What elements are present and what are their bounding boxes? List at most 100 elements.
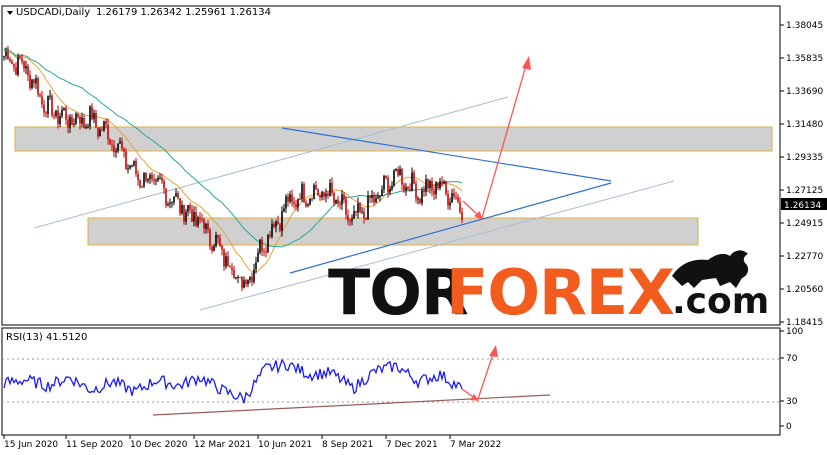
candle-body <box>129 165 131 169</box>
candle-body <box>427 179 429 188</box>
price-tick-label: 1.27125 <box>786 186 823 196</box>
candle-body <box>77 113 79 117</box>
candle-body <box>123 148 125 152</box>
candle-body <box>265 251 267 253</box>
candle-body <box>403 184 405 191</box>
candle-body <box>339 203 341 205</box>
candle-body <box>95 112 97 128</box>
candle-body <box>161 177 163 182</box>
candle-body <box>149 174 151 179</box>
price-tick-label: 1.38045 <box>786 21 823 31</box>
candle-body <box>261 239 263 252</box>
candle-body <box>279 224 281 231</box>
price-tick-label: 1.20560 <box>786 285 823 295</box>
candle-body <box>269 235 271 237</box>
candle-body <box>357 203 359 213</box>
candle-body <box>259 239 261 253</box>
candle-body <box>33 79 35 84</box>
candle-body <box>139 180 141 187</box>
candle-body <box>435 182 437 195</box>
candle-body <box>349 220 351 222</box>
candle-body <box>31 79 33 89</box>
candle-body <box>143 172 145 187</box>
candle-body <box>285 196 287 209</box>
price-tick-label: 1.29335 <box>786 153 823 163</box>
candle-body <box>241 277 243 288</box>
candle-body <box>299 198 301 200</box>
candle-body <box>247 279 249 285</box>
candle-body <box>401 168 403 185</box>
candle-body <box>47 96 49 114</box>
candle-body <box>67 119 69 128</box>
rsi-tick-label: 30 <box>786 397 798 407</box>
candle-body <box>373 195 375 203</box>
candle-body <box>361 211 363 213</box>
candle-body <box>173 196 175 203</box>
candle-body <box>369 195 371 198</box>
candle-body <box>25 66 27 69</box>
candle-body <box>383 175 385 190</box>
candle-body <box>425 179 427 193</box>
candle-body <box>249 276 251 280</box>
candle-body <box>233 270 235 279</box>
candle-body <box>167 204 169 206</box>
candle-body <box>145 172 147 181</box>
candle-body <box>211 246 213 251</box>
symbol-label: USDCADi,Daily <box>16 7 90 18</box>
candle-body <box>335 199 337 204</box>
candle-body <box>165 188 167 206</box>
candle-body <box>423 190 425 193</box>
candle-body <box>277 221 279 225</box>
candle-body <box>201 219 203 221</box>
candle-body <box>411 172 413 191</box>
candle-body <box>185 211 187 222</box>
time-axis[interactable]: 15 Jun 2020 11 Sep 2020 10 Dec 2020 12 Mar … <box>3 435 501 450</box>
candle-body <box>75 113 77 124</box>
candle-body <box>91 106 93 120</box>
candle-body <box>295 204 297 207</box>
candle-body <box>333 192 335 204</box>
candle-body <box>297 198 299 207</box>
candle-body <box>109 139 111 145</box>
candle-body <box>221 245 223 250</box>
candle-body <box>15 67 17 75</box>
candle-body <box>183 204 185 222</box>
candle-body <box>393 170 395 186</box>
candle-body <box>89 106 91 127</box>
torforex-watermark: TOR FOREX .com <box>328 250 769 329</box>
candle-body <box>301 184 303 200</box>
candle-body <box>85 126 87 129</box>
candle-body <box>137 173 139 181</box>
candle-body <box>433 190 435 195</box>
candle-body <box>213 246 215 251</box>
candle-body <box>245 280 247 285</box>
candle-body <box>203 219 205 229</box>
candle-body <box>59 115 61 125</box>
candle-body <box>461 211 463 221</box>
candle-body <box>235 277 237 279</box>
price-axis[interactable]: 1.38045 1.35835 1.33690 1.31480 1.29335 1.271… <box>780 21 823 328</box>
candle-body <box>343 194 345 200</box>
candle-body <box>151 174 153 180</box>
candle-body <box>171 202 173 204</box>
candle-body <box>455 196 457 198</box>
candle-body <box>345 199 347 215</box>
candle-body <box>257 252 259 263</box>
candle-body <box>421 190 423 204</box>
candle-body <box>29 75 31 89</box>
candle-body <box>303 184 305 203</box>
rsi-tick-label: 0 <box>786 422 792 432</box>
candle-body <box>141 186 143 188</box>
candle-body <box>41 96 43 105</box>
candle-body <box>387 177 389 193</box>
candle-body <box>93 112 95 120</box>
candle-body <box>327 193 329 196</box>
time-tick-label: 11 Sep 2020 <box>66 440 123 450</box>
candle-body <box>311 198 313 200</box>
candle-body <box>39 94 41 97</box>
candle-body <box>309 198 311 205</box>
time-tick-label: 10 Dec 2020 <box>130 440 188 450</box>
candle-body <box>181 204 183 214</box>
candle-body <box>105 121 107 125</box>
candle-body <box>239 276 241 278</box>
